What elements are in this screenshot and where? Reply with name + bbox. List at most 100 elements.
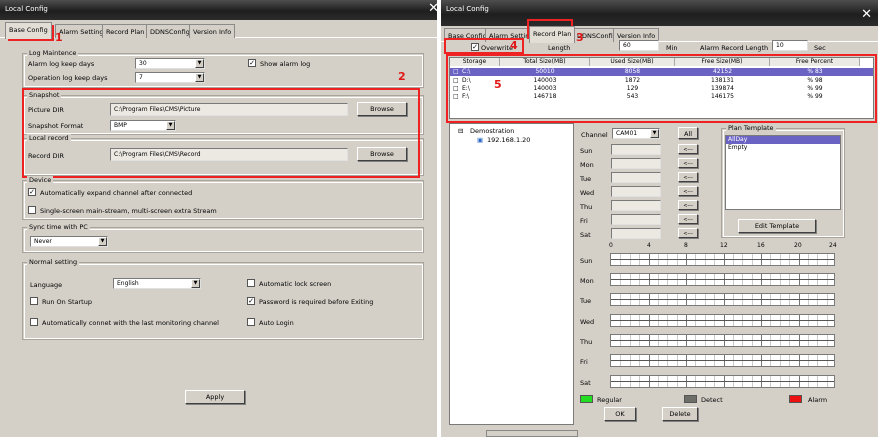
alarm-log-days-value: 30	[139, 60, 147, 67]
delete-button[interactable]: Delete	[662, 407, 698, 421]
template-item[interactable]: Empty	[726, 144, 840, 152]
picture-browse-button[interactable]: Browse	[357, 102, 407, 116]
day-field-sun[interactable]	[611, 144, 661, 155]
channel-select[interactable]: CAM01 ▼	[612, 128, 660, 139]
overwrite-checkbox[interactable]: ✓	[471, 43, 479, 51]
schedule-grid-sat[interactable]	[610, 375, 835, 388]
show-alarm-log-checkbox[interactable]: ✓	[248, 59, 256, 67]
tab-base-config[interactable]: Base Config	[5, 22, 52, 39]
chevron-down-icon[interactable]: ▼	[98, 237, 107, 246]
min-label: Min	[666, 44, 678, 52]
operation-log-days-value: 7	[139, 74, 143, 81]
used-cell: 543	[626, 93, 639, 100]
language-value: English	[117, 280, 139, 287]
record-dir-field[interactable]: C:\Program Files\CMS\Record	[110, 148, 348, 161]
hour-label: 16	[757, 242, 765, 249]
free-percent-header[interactable]: Free Percent	[770, 58, 860, 66]
right-window-title: Local Config	[446, 5, 489, 13]
row-checkbox[interactable]: □	[453, 85, 459, 92]
ok-button[interactable]: OK	[604, 407, 636, 421]
schedule-grid-wed[interactable]	[610, 314, 835, 327]
alarm-record-length-input[interactable]: 10	[772, 40, 808, 51]
chevron-down-icon[interactable]: ▼	[191, 279, 200, 288]
tab-ddns-config[interactable]: DDNSConfig	[146, 24, 194, 38]
copy-arrow-mon[interactable]: <---	[678, 158, 698, 168]
right-title-bar: Local Config	[441, 0, 878, 26]
day-field-sat[interactable]	[611, 228, 661, 239]
tab-base-config[interactable]: Base Config	[444, 28, 491, 42]
storage-header[interactable]: Storage	[450, 58, 500, 66]
right-close-button[interactable]: ✕	[861, 8, 872, 22]
left-close-button[interactable]: ✕	[428, 2, 439, 16]
chevron-down-icon[interactable]: ▼	[650, 129, 659, 138]
used-size-header[interactable]: Used Size(MB)	[590, 58, 675, 66]
password-exit-checkbox[interactable]: ✓	[247, 297, 255, 305]
auto-login-checkbox[interactable]	[247, 318, 255, 326]
schedule-grid-sun[interactable]	[610, 253, 835, 266]
tab-alarm-setting[interactable]: Alarm Setting	[55, 24, 108, 38]
single-screen-checkbox[interactable]	[28, 206, 36, 214]
storage-row-selected[interactable]: □ C:\ 50010 8058 42152 % 83	[450, 68, 873, 76]
run-startup-checkbox[interactable]	[30, 297, 38, 305]
storage-row[interactable]: □ E:\ 140003 129 139874 % 99	[450, 85, 873, 93]
hour-label: 20	[794, 242, 802, 249]
copy-arrow-thu[interactable]: <---	[678, 200, 698, 210]
language-select[interactable]: English ▼	[113, 278, 201, 289]
hour-label: 24	[829, 242, 837, 249]
storage-row[interactable]: □ D:\ 140003 1872 138131 % 98	[450, 77, 873, 85]
schedule-grid-mon[interactable]	[610, 273, 835, 286]
day-field-mon[interactable]	[611, 158, 661, 169]
template-item-selected[interactable]: AllDay	[726, 136, 840, 144]
day-label-sun: Sun	[580, 147, 593, 155]
tab-version-info[interactable]: Version Info	[189, 24, 236, 38]
copy-arrow-tue[interactable]: <---	[678, 172, 698, 182]
row-checkbox[interactable]: □	[453, 77, 459, 84]
auto-expand-checkbox[interactable]: ✓	[28, 188, 36, 196]
edit-template-button[interactable]: Edit Template	[738, 219, 816, 233]
chevron-down-icon[interactable]: ▼	[195, 73, 204, 82]
day-field-wed[interactable]	[611, 186, 661, 197]
day-field-tue[interactable]	[611, 172, 661, 183]
tab-record-plan[interactable]: Record Plan	[102, 24, 149, 38]
day-field-fri[interactable]	[611, 214, 661, 225]
tab-record-plan[interactable]: Record Plan	[529, 26, 576, 43]
length-input[interactable]: 60	[619, 40, 659, 51]
tree-expand-icon[interactable]: ⊟	[458, 127, 463, 135]
picture-dir-field[interactable]: C:\Program Files\CMS\Picture	[110, 103, 348, 116]
annotation-number-3: 3	[576, 31, 584, 44]
all-button[interactable]: All	[678, 127, 698, 139]
chevron-down-icon[interactable]: ▼	[166, 121, 175, 130]
apply-button[interactable]: Apply	[185, 390, 245, 404]
row-checkbox[interactable]: □	[453, 68, 459, 75]
alarm-log-days-select[interactable]: 30 ▼	[135, 58, 205, 69]
device-tree[interactable]: ⊟ Demostration ▣ 192.168.1.20	[449, 123, 574, 425]
storage-row[interactable]: □ F:\ 146718 543 146175 % 99	[450, 93, 873, 101]
free-size-header[interactable]: Free Size(MB)	[675, 58, 770, 66]
chevron-down-icon[interactable]: ▼	[195, 59, 204, 68]
storage-list[interactable]: Storage Total Size(MB) Used Size(MB) Fre…	[449, 57, 874, 119]
copy-arrow-fri[interactable]: <---	[678, 214, 698, 224]
tree-root-label[interactable]: Demostration	[470, 127, 514, 135]
day-field-thu[interactable]	[611, 200, 661, 211]
schedule-grid-tue[interactable]	[610, 293, 835, 306]
copy-arrow-wed[interactable]: <---	[678, 186, 698, 196]
snapshot-format-select[interactable]: BMP ▼	[110, 120, 176, 131]
auto-connect-label: Automatically connet with the last monit…	[42, 319, 219, 327]
operation-log-days-select[interactable]: 7 ▼	[135, 72, 205, 83]
row-checkbox[interactable]: □	[453, 93, 459, 100]
sync-time-select[interactable]: Never ▼	[30, 236, 108, 247]
schedule-grid-fri[interactable]	[610, 354, 835, 367]
channel-label: Channel	[581, 131, 608, 139]
copy-arrow-sun[interactable]: <---	[678, 144, 698, 154]
tree-device-label[interactable]: 192.168.1.20	[487, 136, 530, 144]
total-size-header[interactable]: Total Size(MB)	[500, 58, 590, 66]
auto-connect-checkbox[interactable]	[30, 318, 38, 326]
schedule-grid-thu[interactable]	[610, 334, 835, 347]
plan-template-list[interactable]: AllDay Empty	[725, 135, 841, 210]
schedule-day-sat: Sat	[580, 379, 591, 387]
copy-arrow-sat[interactable]: <---	[678, 228, 698, 238]
snapshot-format-value: BMP	[114, 122, 127, 129]
annotation-number-4: 4	[510, 39, 518, 52]
auto-lock-checkbox[interactable]	[247, 279, 255, 287]
record-browse-button[interactable]: Browse	[357, 147, 407, 161]
